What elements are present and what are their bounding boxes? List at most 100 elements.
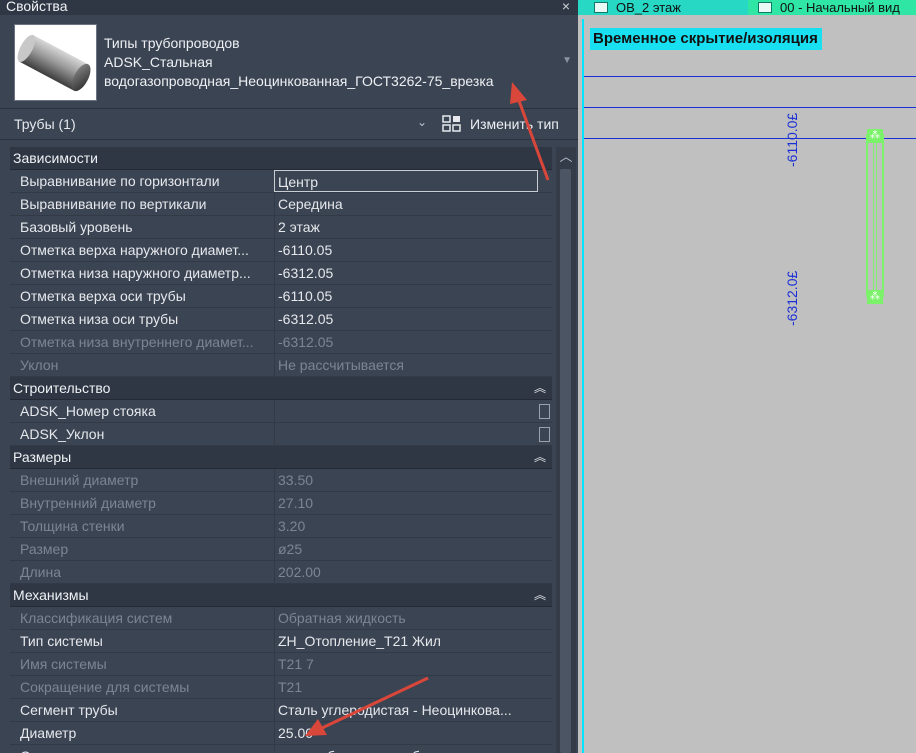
type-line-2: ADSK_Стальная	[104, 54, 213, 70]
property-value[interactable]	[274, 400, 538, 422]
property-name: ADSK_Уклон	[20, 426, 105, 442]
property-value: ø25	[274, 538, 538, 560]
properties-scrollbar[interactable]: ︿	[556, 147, 576, 753]
property-row[interactable]: Внутренний диаметр 27.10	[10, 492, 552, 515]
property-name: Отметка верха оси трубы	[20, 288, 186, 304]
property-row[interactable]: Классификация систем Обратная жидкость	[10, 607, 552, 630]
drawing-canvas[interactable]: Временное скрытие/изоляция -6110.0£ -631…	[582, 19, 916, 753]
type-line-3: водогазопроводная_Неоцинкованная_ГОСТ326…	[104, 73, 494, 89]
section-title: Механизмы	[13, 587, 89, 603]
section-title: Строительство	[13, 380, 111, 396]
scroll-thumb[interactable]	[560, 169, 571, 753]
property-value[interactable]: -6110.05	[274, 239, 538, 261]
property-name: Тип системы	[20, 633, 103, 649]
property-value[interactable]: 25.00	[274, 722, 538, 744]
temporary-hide-isolate-label: Временное скрытие/изоляция	[590, 28, 822, 50]
pipe-centerline	[873, 136, 877, 295]
drawing-view[interactable]: ОВ_2 этаж 00 - Начальный вид Временное с…	[578, 0, 916, 753]
property-row[interactable]: ADSK_Номер стояка	[10, 400, 552, 423]
property-value[interactable]	[274, 423, 538, 445]
property-name: Отметка верха наружного диамет...	[20, 242, 249, 258]
property-row[interactable]: Выравнивание по горизонтали Центр	[10, 170, 552, 193]
property-name: Классификация систем	[20, 610, 173, 626]
property-value[interactable]: Середина	[274, 193, 538, 215]
tab-start-view[interactable]: 00 - Начальный вид	[748, 0, 916, 15]
property-row[interactable]: Сегмент трубы Сталь углеродистая - Неоцин…	[10, 699, 552, 722]
properties-panel: Свойства × Типы трубопроводов ADSK_Сталь…	[0, 0, 578, 753]
collapse-icon[interactable]: ︽	[534, 584, 546, 606]
property-value[interactable]: Сталь углеродистая - Неоцинкова...	[274, 699, 538, 721]
property-name: Отметка низа внутреннего диамет...	[20, 334, 254, 350]
property-value: Т21	[274, 676, 538, 698]
property-row[interactable]: Отметка низа наружного диаметр... -6312.0…	[10, 262, 552, 285]
tab-label: 00 - Начальный вид	[780, 0, 900, 15]
property-value[interactable]: -6312.05	[274, 308, 538, 330]
property-value: 202.00	[274, 561, 538, 583]
property-row[interactable]: ADSK_Уклон	[10, 423, 552, 446]
tab-label: ОВ_2 этаж	[616, 0, 681, 15]
edit-type-icon[interactable]	[442, 115, 462, 133]
property-row[interactable]: Имя системы Т21 7	[10, 653, 552, 676]
property-row[interactable]: Уклон Не рассчитывается	[10, 354, 552, 377]
property-row[interactable]: Диаметр 25.00	[10, 722, 552, 745]
pipe-thumbnail-icon	[14, 24, 97, 101]
property-value[interactable]: Центр	[274, 170, 538, 192]
section-header[interactable]: Зависимости	[10, 147, 552, 170]
section-title: Размеры	[13, 449, 72, 465]
pipe-end-grip-icon[interactable]: ⁂	[867, 290, 883, 304]
type-scroll-icon[interactable]: ▼	[562, 55, 572, 66]
elevation-label-top: -6110.0£	[784, 112, 800, 167]
chevron-down-icon[interactable]: ⌄	[417, 115, 427, 129]
tab-ov-2-floor[interactable]: ОВ_2 этаж	[584, 0, 748, 15]
property-row[interactable]: Длина 202.00	[10, 561, 552, 584]
property-value: Не рассчитывается	[274, 354, 538, 376]
property-name: Внешний диаметр	[20, 472, 139, 488]
property-row[interactable]: Отметка низа оси трубы -6312.05	[10, 308, 552, 331]
property-row[interactable]: Тип системы ZH_Отопление_Т21 Жил	[10, 630, 552, 653]
property-name: Длина	[20, 564, 61, 580]
close-icon[interactable]: ×	[562, 0, 570, 13]
property-value[interactable]: 2 этаж	[274, 216, 538, 238]
property-value[interactable]: -6110.05	[274, 285, 538, 307]
property-value[interactable]: ZH_Отопление_Т21 Жил	[274, 630, 538, 652]
elevation-label-bottom: -6312.0£	[784, 270, 800, 326]
property-row[interactable]: Сокращение для системы Т21	[10, 676, 552, 699]
grid-line	[584, 76, 916, 77]
property-name: Выравнивание по горизонтали	[20, 173, 220, 189]
property-value: 27.10	[274, 492, 538, 514]
property-name: Диаметр	[20, 725, 77, 741]
category-filter[interactable]: Трубы (1)	[14, 116, 76, 132]
properties-grid: Зависимости Выравнивание по горизонтали Це…	[10, 147, 552, 753]
property-row[interactable]: Отметка низа внутреннего диамет... -6312.…	[10, 331, 552, 354]
property-value[interactable]: -6312.05	[274, 262, 538, 284]
property-name: Сокращение для системы	[20, 679, 190, 695]
property-row[interactable]: Базовый уровень 2 этаж	[10, 216, 552, 239]
section-header[interactable]: Строительство ︽	[10, 377, 552, 400]
section-header[interactable]: Механизмы ︽	[10, 584, 552, 607]
selected-pipe[interactable]	[866, 134, 884, 297]
property-row[interactable]: Толщина стенки 3.20	[10, 515, 552, 538]
pipe-end-grip-icon[interactable]: ⁂	[867, 129, 883, 143]
property-name: Толщина стенки	[20, 518, 125, 534]
checkbox[interactable]	[539, 427, 550, 442]
property-value[interactable]: для труб стальных обыкновенных с...	[274, 745, 538, 753]
type-selector[interactable]: Типы трубопроводов ADSK_Стальная водогаз…	[0, 15, 578, 108]
property-row[interactable]: Размер ø25	[10, 538, 552, 561]
property-row[interactable]: Описание сегментадля труб стальных обыкн…	[10, 745, 552, 753]
property-value: 3.20	[274, 515, 538, 537]
property-row[interactable]: Выравнивание по вертикали Середина	[10, 193, 552, 216]
scroll-up-icon[interactable]: ︿	[556, 147, 576, 167]
property-row[interactable]: Отметка верха наружного диамет... -6110.0…	[10, 239, 552, 262]
property-row[interactable]: Отметка верха оси трубы -6110.05	[10, 285, 552, 308]
property-value: Обратная жидкость	[274, 607, 538, 629]
edit-type-button[interactable]: Изменить тип	[470, 116, 559, 132]
property-name: Размер	[20, 541, 69, 557]
checkbox[interactable]	[539, 404, 550, 419]
property-row[interactable]: Внешний диаметр 33.50	[10, 469, 552, 492]
property-name: Описание сегмента	[20, 745, 272, 753]
section-header[interactable]: Размеры ︽	[10, 446, 552, 469]
collapse-icon[interactable]: ︽	[534, 377, 546, 399]
collapse-icon[interactable]: ︽	[534, 446, 546, 468]
property-name: Отметка низа наружного диаметр...	[20, 265, 251, 281]
property-value: -6312.05	[274, 331, 538, 353]
